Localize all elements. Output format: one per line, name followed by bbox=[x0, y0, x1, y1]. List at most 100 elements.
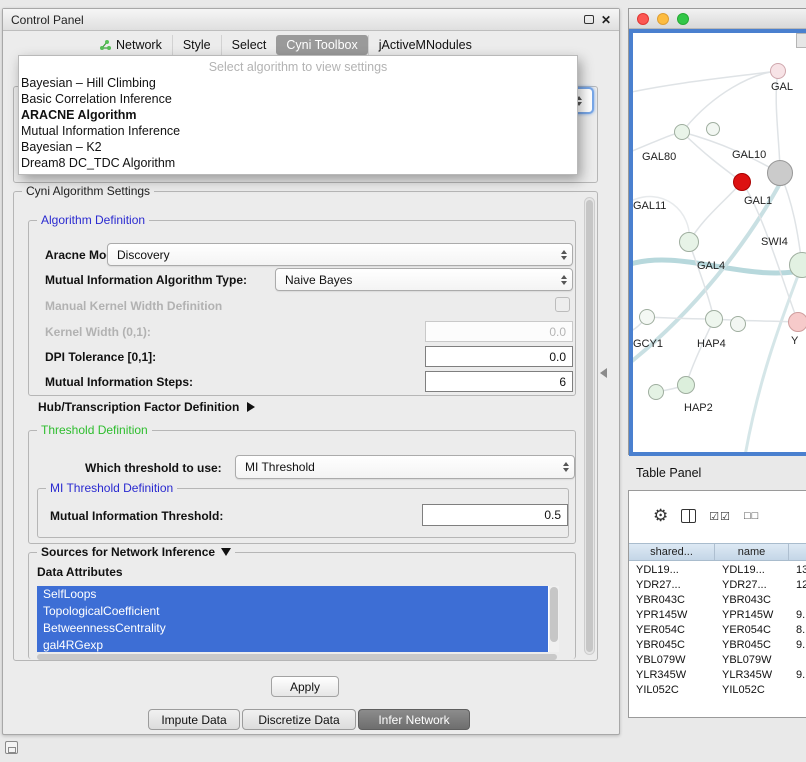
list-item[interactable]: SelfLoops bbox=[37, 586, 548, 603]
algorithm-option[interactable]: Basic Correlation Inference bbox=[19, 91, 577, 107]
network-node[interactable] bbox=[639, 309, 655, 325]
sources-group: Sources for Network Inference Data Attri… bbox=[28, 552, 576, 659]
tab-jactivemnodules[interactable]: jActiveMNodules bbox=[368, 35, 482, 55]
mi-threshold-definition-legend: MI Threshold Definition bbox=[46, 481, 177, 495]
algorithm-option[interactable]: Bayesian – K2 bbox=[19, 139, 577, 155]
network-canvas[interactable]: GAL GAL80 GAL10 GAL11 GAL1 SWI4 GAL4 GCY… bbox=[629, 29, 806, 456]
kernel-width-field[interactable]: 0.0 bbox=[425, 321, 573, 342]
network-node[interactable] bbox=[674, 124, 690, 140]
sources-legend-row[interactable]: Sources for Network Inference bbox=[37, 545, 235, 559]
list-item[interactable]: gal4RGexp bbox=[37, 637, 548, 652]
cell: YDL19... bbox=[629, 564, 715, 576]
network-node[interactable] bbox=[677, 376, 695, 394]
apply-button-label: Apply bbox=[290, 680, 320, 694]
node-label: SWI4 bbox=[761, 236, 788, 248]
manual-kernel-label: Manual Kernel Width Definition bbox=[45, 299, 222, 313]
network-node[interactable] bbox=[679, 232, 699, 252]
tab-network-label: Network bbox=[116, 38, 162, 52]
data-attributes-list[interactable]: SelfLoops TopologicalCoefficient Between… bbox=[37, 586, 559, 652]
node-label: GAL1 bbox=[744, 195, 772, 207]
mi-threshold-field[interactable]: 0.5 bbox=[422, 504, 568, 526]
network-node-selected-red[interactable] bbox=[733, 173, 751, 191]
tab-infer-network[interactable]: Infer Network bbox=[358, 709, 470, 730]
table-header: shared... name bbox=[629, 543, 806, 561]
float-window-icon[interactable] bbox=[584, 15, 594, 24]
attributes-scrollbar[interactable] bbox=[549, 586, 559, 652]
close-traffic-light[interactable] bbox=[637, 13, 649, 25]
close-icon[interactable]: ✕ bbox=[601, 15, 611, 25]
minimize-traffic-light[interactable] bbox=[657, 13, 669, 25]
gear-icon[interactable]: ⚙ bbox=[653, 506, 668, 526]
network-node[interactable] bbox=[730, 316, 746, 332]
table-row[interactable]: YER054C YER054C 8. bbox=[629, 622, 806, 637]
hub-definition-expander[interactable]: Hub/Transcription Factor Definition bbox=[38, 400, 255, 414]
manual-kernel-checkbox[interactable] bbox=[555, 297, 570, 312]
network-node-pink[interactable] bbox=[788, 312, 806, 332]
minimized-panel-icon[interactable] bbox=[5, 741, 18, 754]
dpi-tolerance-field[interactable]: 0.0 bbox=[425, 346, 573, 367]
sources-legend-label: Sources for Network Inference bbox=[41, 545, 215, 559]
table-row[interactable]: YBR043C YBR043C bbox=[629, 592, 806, 607]
network-node[interactable] bbox=[770, 63, 786, 79]
node-label: HAP2 bbox=[684, 402, 713, 414]
network-node[interactable] bbox=[648, 384, 664, 400]
mi-type-select[interactable]: Naive Bayes bbox=[275, 268, 573, 291]
tab-style[interactable]: Style bbox=[172, 35, 221, 55]
table-row[interactable]: YBL079W YBL079W bbox=[629, 652, 806, 667]
mi-steps-field[interactable]: 6 bbox=[425, 371, 573, 392]
table-row[interactable]: YDR27... YDR27... 12... bbox=[629, 577, 806, 592]
tab-cyni-toolbox[interactable]: Cyni Toolbox bbox=[276, 35, 367, 55]
network-scrollbar-corner[interactable] bbox=[796, 33, 806, 48]
zoom-traffic-light[interactable] bbox=[677, 13, 689, 25]
algorithm-option[interactable]: Bayesian – Hill Climbing bbox=[19, 75, 577, 91]
tab-impute-data-label: Impute Data bbox=[161, 713, 226, 727]
aracne-mode-select[interactable]: Discovery bbox=[107, 243, 573, 266]
cell: YLR345W bbox=[715, 669, 789, 681]
node-label: GAL80 bbox=[642, 151, 676, 163]
algorithm-option[interactable]: Dream8 DC_TDC Algorithm bbox=[19, 155, 577, 171]
node-label: GAL4 bbox=[697, 260, 725, 272]
deselect-all-icon[interactable]: □□ bbox=[744, 510, 759, 522]
tab-select[interactable]: Select bbox=[221, 35, 277, 55]
column-header-name[interactable]: name bbox=[715, 544, 789, 560]
algorithm-dropdown-popup: Select algorithm to view settings Bayesi… bbox=[18, 55, 578, 175]
cell: YPR145W bbox=[629, 609, 715, 621]
table-row[interactable]: YIL052C YIL052C bbox=[629, 682, 806, 697]
column-header-extra[interactable] bbox=[789, 544, 806, 560]
algorithm-option-selected[interactable]: ARACNE Algorithm bbox=[19, 107, 577, 123]
table-row[interactable]: YDL19... YDL19... 13... bbox=[629, 562, 806, 577]
attributes-scrollbar-thumb[interactable] bbox=[550, 587, 558, 642]
mi-type-label: Mutual Information Algorithm Type: bbox=[45, 273, 247, 287]
table-row[interactable]: YBR045C YBR045C 9. bbox=[629, 637, 806, 652]
select-all-icon[interactable]: ☑☑ bbox=[709, 510, 731, 523]
column-header-shared[interactable]: shared... bbox=[629, 544, 715, 560]
network-node-gray[interactable] bbox=[767, 160, 793, 186]
combo-arrows-icon bbox=[563, 462, 569, 472]
control-panel-titlebar: Control Panel ✕ bbox=[3, 9, 619, 31]
cell: 9. bbox=[789, 669, 806, 681]
network-node[interactable] bbox=[705, 310, 723, 328]
algorithm-placeholder[interactable]: Select algorithm to view settings bbox=[19, 59, 577, 75]
settings-scrollbar-thumb[interactable] bbox=[586, 200, 593, 652]
tab-impute-data[interactable]: Impute Data bbox=[148, 709, 240, 730]
cell: YDL19... bbox=[715, 564, 789, 576]
network-view-window: GAL GAL80 GAL10 GAL11 GAL1 SWI4 GAL4 GCY… bbox=[628, 8, 806, 455]
settings-scrollbar[interactable] bbox=[584, 197, 595, 655]
list-item[interactable]: TopologicalCoefficient bbox=[37, 603, 548, 620]
tab-network[interactable]: Network bbox=[89, 35, 172, 55]
list-item[interactable]: BetweennessCentrality bbox=[37, 620, 548, 637]
table-row[interactable]: YPR145W YPR145W 9. bbox=[629, 607, 806, 622]
apply-button[interactable]: Apply bbox=[271, 676, 339, 697]
cell: 12... bbox=[789, 579, 806, 591]
network-node[interactable] bbox=[706, 122, 720, 136]
cyni-algorithm-settings-group: Cyni Algorithm Settings Algorithm Defini… bbox=[13, 191, 598, 661]
which-threshold-select[interactable]: MI Threshold bbox=[235, 455, 575, 479]
mi-threshold-value: 0.5 bbox=[544, 508, 561, 522]
algorithm-option[interactable]: Mutual Information Inference bbox=[19, 123, 577, 139]
tab-discretize-data[interactable]: Discretize Data bbox=[242, 709, 356, 730]
panel-collapse-arrow[interactable] bbox=[600, 368, 607, 378]
cell: YDR27... bbox=[715, 579, 789, 591]
columns-icon[interactable] bbox=[681, 509, 696, 523]
attributes-hscrollbar[interactable] bbox=[37, 654, 557, 660]
table-row[interactable]: YLR345W YLR345W 9. bbox=[629, 667, 806, 682]
